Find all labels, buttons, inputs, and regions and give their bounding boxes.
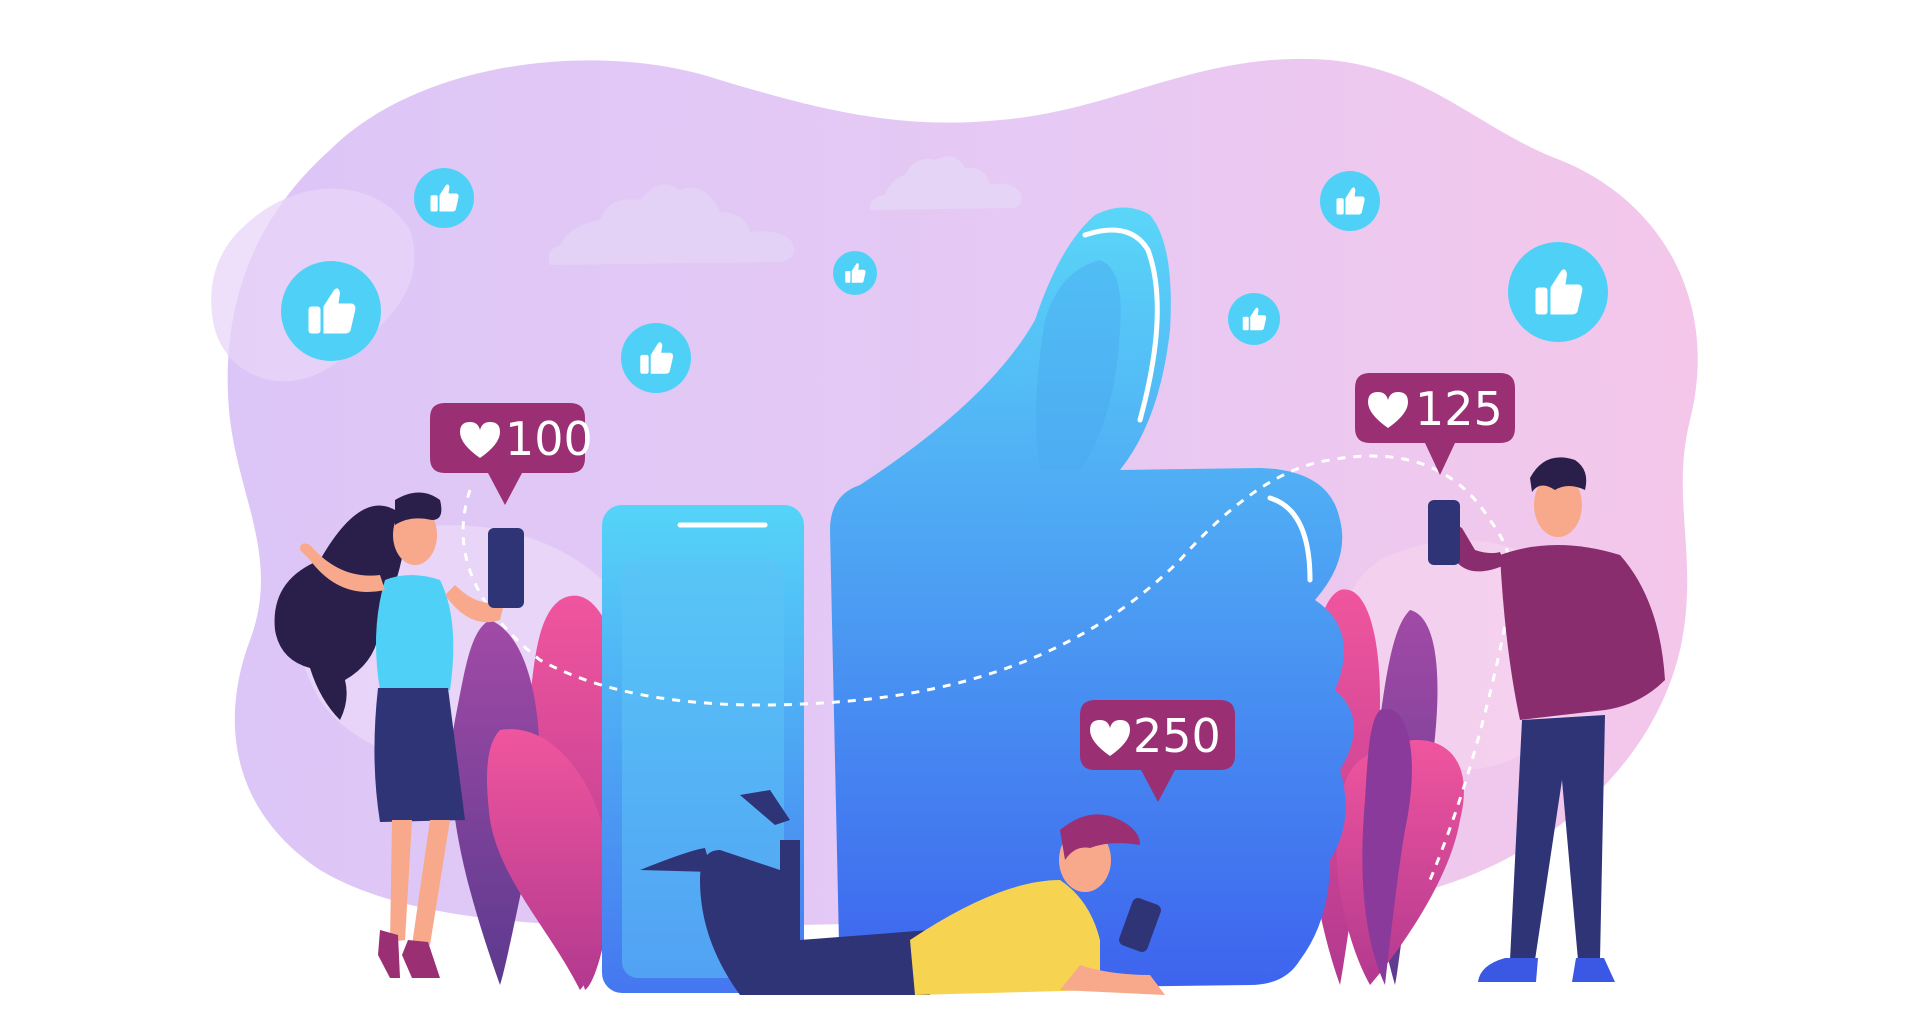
woman-shoe — [402, 940, 440, 978]
phone — [1428, 500, 1460, 565]
like-count-text: 100 — [505, 412, 593, 466]
man-pants — [1510, 715, 1605, 960]
social-likes-illustration: 100 125 250 — [211, 58, 1698, 995]
woman-shoe — [378, 930, 400, 978]
thumbs-up-icon — [1228, 293, 1280, 345]
thumbs-up-icon — [281, 261, 381, 361]
phone — [488, 528, 524, 608]
thumbs-up-icon — [1320, 171, 1380, 231]
thumbs-up-icon — [833, 251, 877, 295]
man-shoe — [1572, 958, 1615, 982]
man-shoe — [1478, 958, 1538, 982]
thumbs-up-icon — [414, 168, 474, 228]
like-count-text: 250 — [1133, 709, 1221, 763]
woman-top — [376, 575, 454, 690]
like-count-text: 125 — [1415, 382, 1503, 436]
thumbs-up-icon — [621, 323, 691, 393]
thumbs-up-icon — [1508, 242, 1608, 342]
